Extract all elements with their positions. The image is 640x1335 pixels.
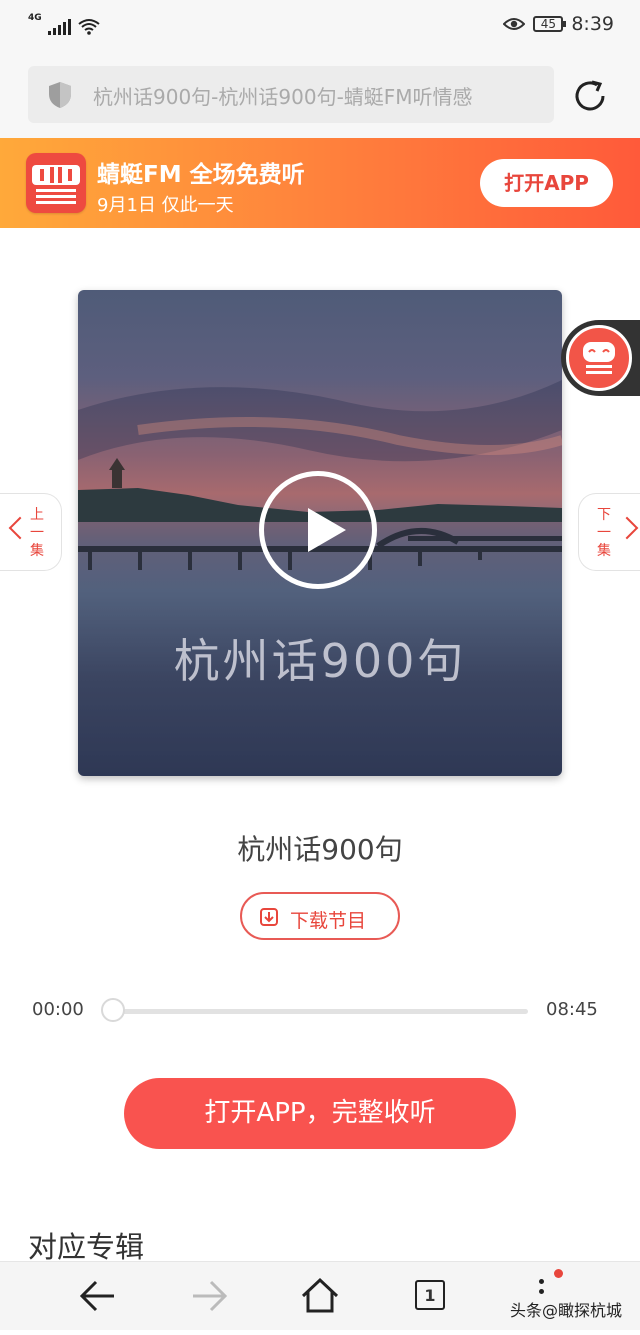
forward-button[interactable]	[177, 1262, 241, 1331]
watermark: 头条@瞰探杭城	[510, 1301, 623, 1320]
cover-caption: 杭州话900句	[173, 634, 467, 688]
download-button[interactable]: 下载节目	[240, 892, 400, 940]
status-left: 4G	[28, 14, 101, 35]
download-label: 下载节目	[290, 910, 367, 932]
next-episode-label: 下一集	[597, 507, 611, 559]
download-icon	[260, 908, 278, 926]
network-type: 4G	[28, 13, 42, 23]
track-title: 杭州话900句	[237, 833, 403, 866]
current-time: 00:00	[32, 999, 84, 1020]
banner-title: 蜻蜓FM 全场免费听	[97, 162, 305, 188]
back-button[interactable]	[66, 1262, 130, 1331]
play-button[interactable]	[259, 471, 377, 589]
assistant-float-button[interactable]	[561, 320, 640, 396]
notification-dot	[554, 1269, 563, 1278]
url-field[interactable]: 杭州话900句-杭州话900句-蜻蜓FM听情感	[28, 66, 554, 123]
shield-icon	[49, 82, 71, 108]
previous-episode-label: 上一集	[30, 507, 44, 559]
home-button[interactable]	[288, 1262, 352, 1331]
arrow-right-icon	[193, 1280, 228, 1312]
status-right: 45 8:39	[503, 13, 614, 35]
clock: 8:39	[571, 13, 614, 35]
previous-episode-button[interactable]: 上一集	[0, 493, 62, 571]
duration: 08:45	[546, 999, 598, 1020]
tab-count: 1	[415, 1280, 445, 1310]
signal-icon	[47, 19, 71, 35]
qingting-logo-icon	[26, 153, 86, 213]
wifi-icon	[78, 19, 100, 35]
battery-icon: 45	[533, 16, 567, 32]
chevron-left-icon	[8, 516, 32, 540]
eye-icon	[503, 18, 526, 30]
chevron-right-icon	[615, 516, 639, 540]
address-bar: 杭州话900句-杭州话900句-蜻蜓FM听情感	[0, 50, 640, 138]
open-app-button[interactable]: 打开APP	[480, 159, 613, 207]
open-app-full-listen-button[interactable]: 打开APP，完整收听	[124, 1078, 516, 1149]
url-text[interactable]: 杭州话900句-杭州话900句-蜻蜓FM听情感	[93, 81, 533, 110]
progress-knob[interactable]	[101, 998, 125, 1022]
tabs-button[interactable]: 1	[399, 1262, 463, 1331]
cover-image[interactable]: 杭州话900句	[78, 290, 562, 776]
banner-subtitle: 9月1日 仅此一天	[97, 195, 234, 216]
home-icon	[301, 1277, 339, 1313]
album-section-title: 对应专辑	[28, 1230, 145, 1264]
promo-banner[interactable]: 蜻蜓FM 全场免费听 9月1日 仅此一天 打开APP	[0, 138, 640, 228]
progress-track[interactable]	[112, 1009, 528, 1014]
next-episode-button[interactable]: 下一集	[578, 493, 640, 571]
robot-icon	[566, 325, 632, 391]
status-bar: 4G 45 8:39	[0, 0, 640, 50]
arrow-left-icon	[79, 1280, 114, 1312]
reload-icon[interactable]	[570, 76, 610, 116]
menu-dots-icon	[539, 1279, 544, 1284]
